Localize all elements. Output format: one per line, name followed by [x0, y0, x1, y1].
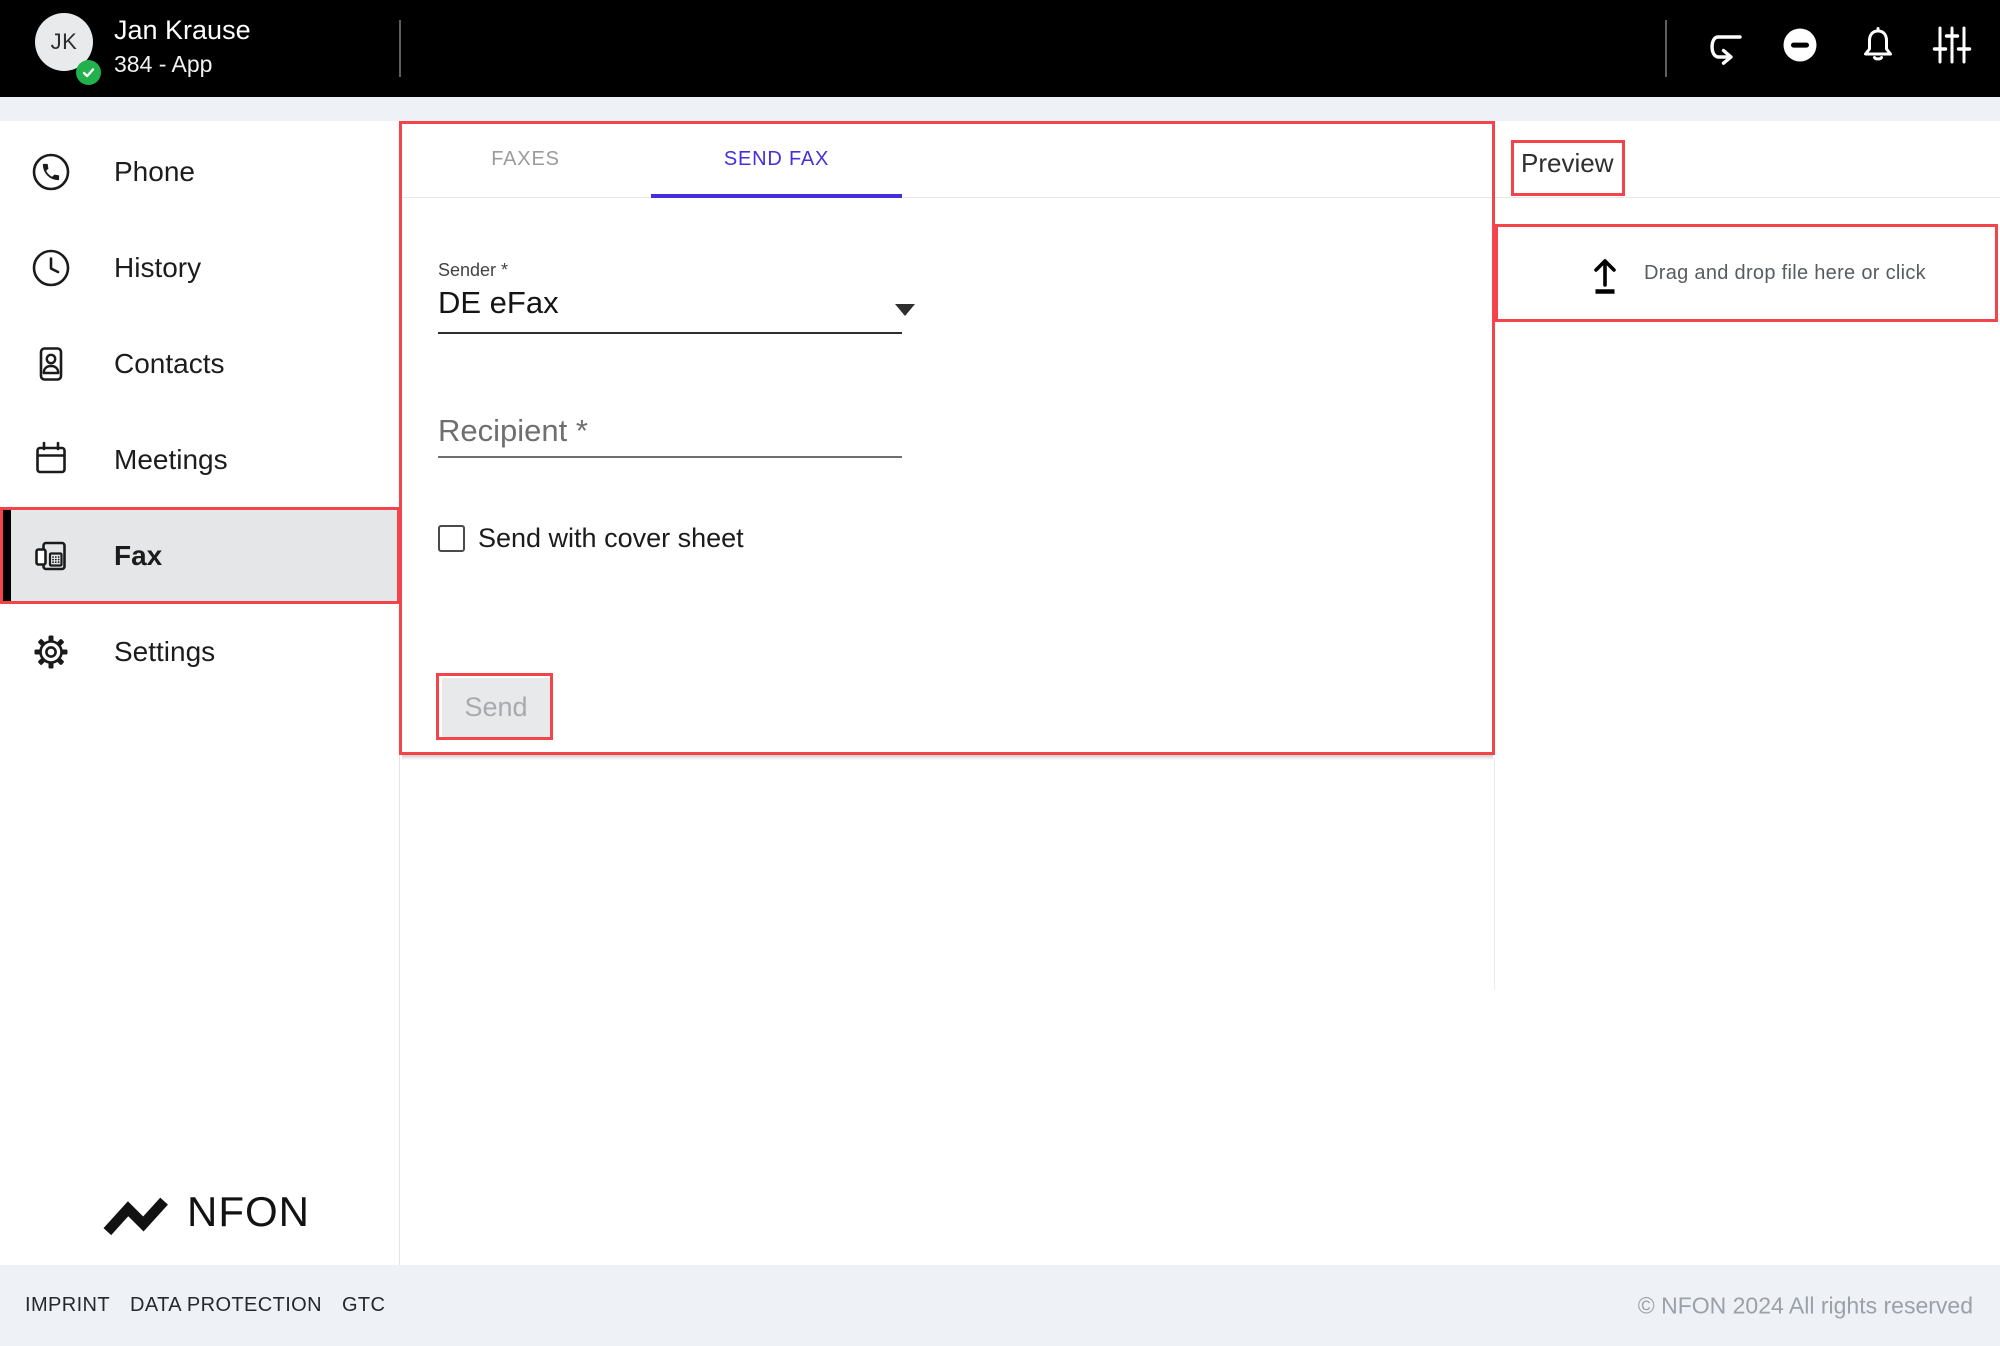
meetings-icon: [29, 438, 73, 482]
tab-label: FAXES: [491, 148, 559, 171]
sidebar-item-label: Phone: [114, 156, 195, 188]
call-forward-icon[interactable]: [1699, 23, 1743, 67]
settings-icon: [29, 630, 73, 674]
contacts-icon: [29, 342, 73, 386]
sidebar-item-label: Fax: [114, 540, 162, 572]
phone-icon: [29, 150, 73, 194]
fax-icon: [29, 534, 73, 578]
footer-link-imprint[interactable]: IMPRINT: [25, 1294, 110, 1317]
app-screen: JK Jan Krause 384 - App: [0, 0, 2000, 1346]
recipient-input[interactable]: [438, 406, 902, 458]
do-not-disturb-icon[interactable]: [1778, 23, 1822, 67]
topbar: JK Jan Krause 384 - App: [0, 0, 2000, 97]
send-button[interactable]: Send: [442, 678, 550, 737]
panel-edge-line: [1494, 758, 1495, 990]
footer-link-gtc[interactable]: GTC: [342, 1294, 385, 1317]
sender-label: Sender *: [438, 260, 508, 281]
tab-label: SEND FAX: [724, 148, 829, 171]
sidebar-item-label: History: [114, 252, 201, 284]
nfon-logo-text: NFON: [187, 1188, 310, 1236]
fax-tabbar: FAXES SEND FAX: [400, 121, 1495, 198]
sidebar-item-label: Settings: [114, 636, 215, 668]
sidebar: Phone History Contacts: [0, 121, 400, 1265]
footer-link-data-protection[interactable]: DATA PROTECTION: [130, 1294, 322, 1317]
fax-panel: FAXES SEND FAX Sender * DE eFax Send wit…: [400, 121, 1495, 755]
cover-sheet-label: Send with cover sheet: [478, 523, 744, 554]
sidebar-item-label: Meetings: [114, 444, 228, 476]
chevron-down-icon[interactable]: [895, 304, 915, 316]
topbar-divider-left: [399, 20, 401, 77]
sidebar-item-contacts[interactable]: Contacts: [0, 316, 400, 412]
user-extension: 384 - App: [114, 51, 212, 78]
active-indicator: [0, 508, 11, 604]
nfon-logo: NFON: [103, 1188, 310, 1236]
presence-badge: [76, 60, 101, 85]
preview-title: Preview: [1521, 148, 1613, 179]
topbar-divider-right: [1665, 20, 1667, 77]
tab-faxes[interactable]: FAXES: [400, 121, 651, 198]
sidebar-item-phone[interactable]: Phone: [0, 124, 400, 220]
copyright-text: © NFON 2024 All rights reserved: [1638, 1292, 1973, 1319]
sidebar-item-settings[interactable]: Settings: [0, 604, 400, 700]
footer: IMPRINT DATA PROTECTION GTC © NFON 2024 …: [0, 1265, 2000, 1346]
file-dropzone[interactable]: Drag and drop file here or click: [1495, 225, 1998, 321]
notifications-icon[interactable]: [1856, 23, 1900, 67]
avatar-initials: JK: [51, 29, 78, 55]
dropzone-text: Drag and drop file here or click: [1644, 262, 1926, 285]
check-icon: [81, 65, 96, 80]
cover-sheet-checkbox[interactable]: [438, 525, 465, 552]
sidebar-item-history[interactable]: History: [0, 220, 400, 316]
sender-select[interactable]: DE eFax: [438, 285, 902, 321]
upload-icon: [1583, 251, 1627, 295]
active-tab-underline: [651, 194, 902, 198]
cover-sheet-option[interactable]: Send with cover sheet: [438, 523, 744, 554]
footer-links: IMPRINT DATA PROTECTION GTC: [25, 1294, 385, 1317]
user-name: Jan Krause: [114, 15, 251, 46]
sender-underline: [438, 332, 902, 334]
card-bottom-shadow: [402, 755, 1493, 760]
sidebar-item-label: Contacts: [114, 348, 225, 380]
sidebar-item-fax[interactable]: Fax: [0, 508, 400, 604]
nfon-logo-mark: [103, 1188, 175, 1236]
tab-send-fax[interactable]: SEND FAX: [651, 121, 902, 198]
tune-settings-icon[interactable]: [1930, 23, 1974, 67]
sidebar-item-meetings[interactable]: Meetings: [0, 412, 400, 508]
history-icon: [29, 246, 73, 290]
